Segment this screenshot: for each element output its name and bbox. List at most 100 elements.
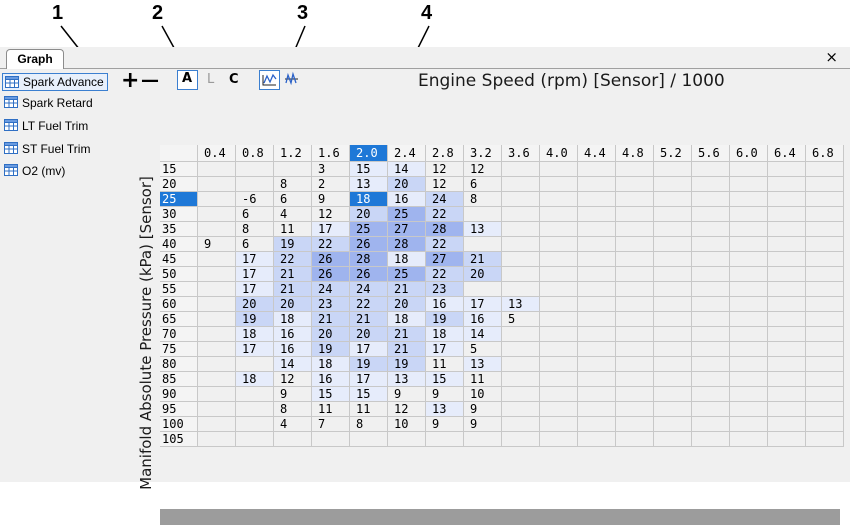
table-cell[interactable]	[578, 402, 616, 417]
table-cell[interactable]	[502, 192, 540, 207]
table-cell[interactable]	[236, 357, 274, 372]
table-cell[interactable]	[236, 177, 274, 192]
table-cell[interactable]	[768, 327, 806, 342]
a-button[interactable]: A	[177, 70, 198, 90]
table-cell[interactable]	[768, 297, 806, 312]
table-cell[interactable]	[616, 297, 654, 312]
table-cell[interactable]	[768, 312, 806, 327]
table-cell[interactable]	[654, 327, 692, 342]
table-cell[interactable]: 22	[426, 267, 464, 282]
table-cell[interactable]	[806, 357, 844, 372]
table-cell[interactable]	[578, 342, 616, 357]
table-cell[interactable]	[654, 222, 692, 237]
table-cell[interactable]	[540, 237, 578, 252]
table-cell[interactable]	[540, 372, 578, 387]
table-cell[interactable]: 8	[274, 177, 312, 192]
table-cell[interactable]: 12	[274, 372, 312, 387]
table-cell[interactable]	[502, 162, 540, 177]
table-cell[interactable]	[806, 207, 844, 222]
table-cell[interactable]	[502, 237, 540, 252]
tab-graph[interactable]: Graph	[6, 49, 64, 70]
table-cell[interactable]: 4	[274, 417, 312, 432]
table-cell[interactable]	[768, 357, 806, 372]
table-cell[interactable]	[502, 342, 540, 357]
row-header[interactable]: 60	[160, 297, 198, 312]
table-cell[interactable]	[388, 432, 426, 447]
c-button[interactable]: C	[229, 72, 239, 87]
table-cell[interactable]	[616, 282, 654, 297]
table-cell[interactable]	[730, 207, 768, 222]
table-cell[interactable]	[692, 372, 730, 387]
column-header[interactable]: 5.6	[692, 145, 730, 162]
table-cell[interactable]: 17	[312, 222, 350, 237]
table-cell[interactable]	[502, 372, 540, 387]
table-cell[interactable]	[654, 387, 692, 402]
table-cell[interactable]	[692, 297, 730, 312]
table-cell[interactable]: 8	[350, 417, 388, 432]
table-cell[interactable]	[274, 432, 312, 447]
table-cell[interactable]	[768, 177, 806, 192]
table-cell[interactable]	[502, 222, 540, 237]
table-cell[interactable]: 12	[464, 162, 502, 177]
sidebar-item[interactable]: Spark Retard	[2, 94, 108, 112]
table-cell[interactable]	[464, 282, 502, 297]
table-cell[interactable]: 15	[350, 387, 388, 402]
table-cell[interactable]	[806, 417, 844, 432]
table-cell[interactable]: 18	[426, 327, 464, 342]
column-header[interactable]: 4.0	[540, 145, 578, 162]
table-cell[interactable]	[578, 372, 616, 387]
table-cell[interactable]	[806, 252, 844, 267]
table-cell[interactable]	[578, 432, 616, 447]
table-cell[interactable]: 14	[274, 357, 312, 372]
table-cell[interactable]: 12	[388, 402, 426, 417]
table-cell[interactable]: 21	[274, 282, 312, 297]
table-cell[interactable]: 21	[388, 327, 426, 342]
table-cell[interactable]: 11	[426, 357, 464, 372]
table-cell[interactable]: 12	[426, 177, 464, 192]
table-cell[interactable]	[692, 387, 730, 402]
table-cell[interactable]	[502, 432, 540, 447]
table-cell[interactable]	[654, 207, 692, 222]
table-cell[interactable]: 14	[388, 162, 426, 177]
table-cell[interactable]	[464, 207, 502, 222]
table-cell[interactable]	[502, 417, 540, 432]
table-cell[interactable]	[502, 327, 540, 342]
table-cell[interactable]	[730, 342, 768, 357]
table-cell[interactable]: 9	[274, 387, 312, 402]
table-cell[interactable]: 9	[388, 387, 426, 402]
table-cell[interactable]	[274, 162, 312, 177]
table-cell[interactable]: 28	[388, 237, 426, 252]
table-cell[interactable]: 6	[236, 237, 274, 252]
table-cell[interactable]	[578, 387, 616, 402]
table-cell[interactable]	[692, 177, 730, 192]
table-cell[interactable]: 18	[236, 372, 274, 387]
table-cell[interactable]	[806, 297, 844, 312]
table-cell[interactable]: 17	[236, 252, 274, 267]
column-header[interactable]: 6.4	[768, 145, 806, 162]
table-cell[interactable]	[578, 177, 616, 192]
table-cell[interactable]	[768, 267, 806, 282]
table-cell[interactable]: 8	[236, 222, 274, 237]
table-cell[interactable]: 8	[464, 192, 502, 207]
table-cell[interactable]: 28	[426, 222, 464, 237]
table-cell[interactable]	[806, 342, 844, 357]
table-cell[interactable]: 6	[236, 207, 274, 222]
row-header[interactable]: 80	[160, 357, 198, 372]
table-cell[interactable]	[236, 432, 274, 447]
table-cell[interactable]	[540, 432, 578, 447]
table-cell[interactable]: 16	[426, 297, 464, 312]
table-cell[interactable]: 20	[350, 327, 388, 342]
table-cell[interactable]	[654, 432, 692, 447]
table-cell[interactable]	[692, 357, 730, 372]
table-cell[interactable]: 9	[426, 387, 464, 402]
column-header[interactable]: 6.0	[730, 145, 768, 162]
table-cell[interactable]	[654, 177, 692, 192]
table-cell[interactable]	[806, 237, 844, 252]
sidebar-item[interactable]: LT Fuel Trim	[2, 117, 108, 135]
table-cell[interactable]	[312, 432, 350, 447]
table-cell[interactable]	[426, 432, 464, 447]
table-cell[interactable]	[768, 222, 806, 237]
table-cell[interactable]: 13	[464, 357, 502, 372]
table-cell[interactable]	[578, 207, 616, 222]
table-cell[interactable]	[540, 402, 578, 417]
